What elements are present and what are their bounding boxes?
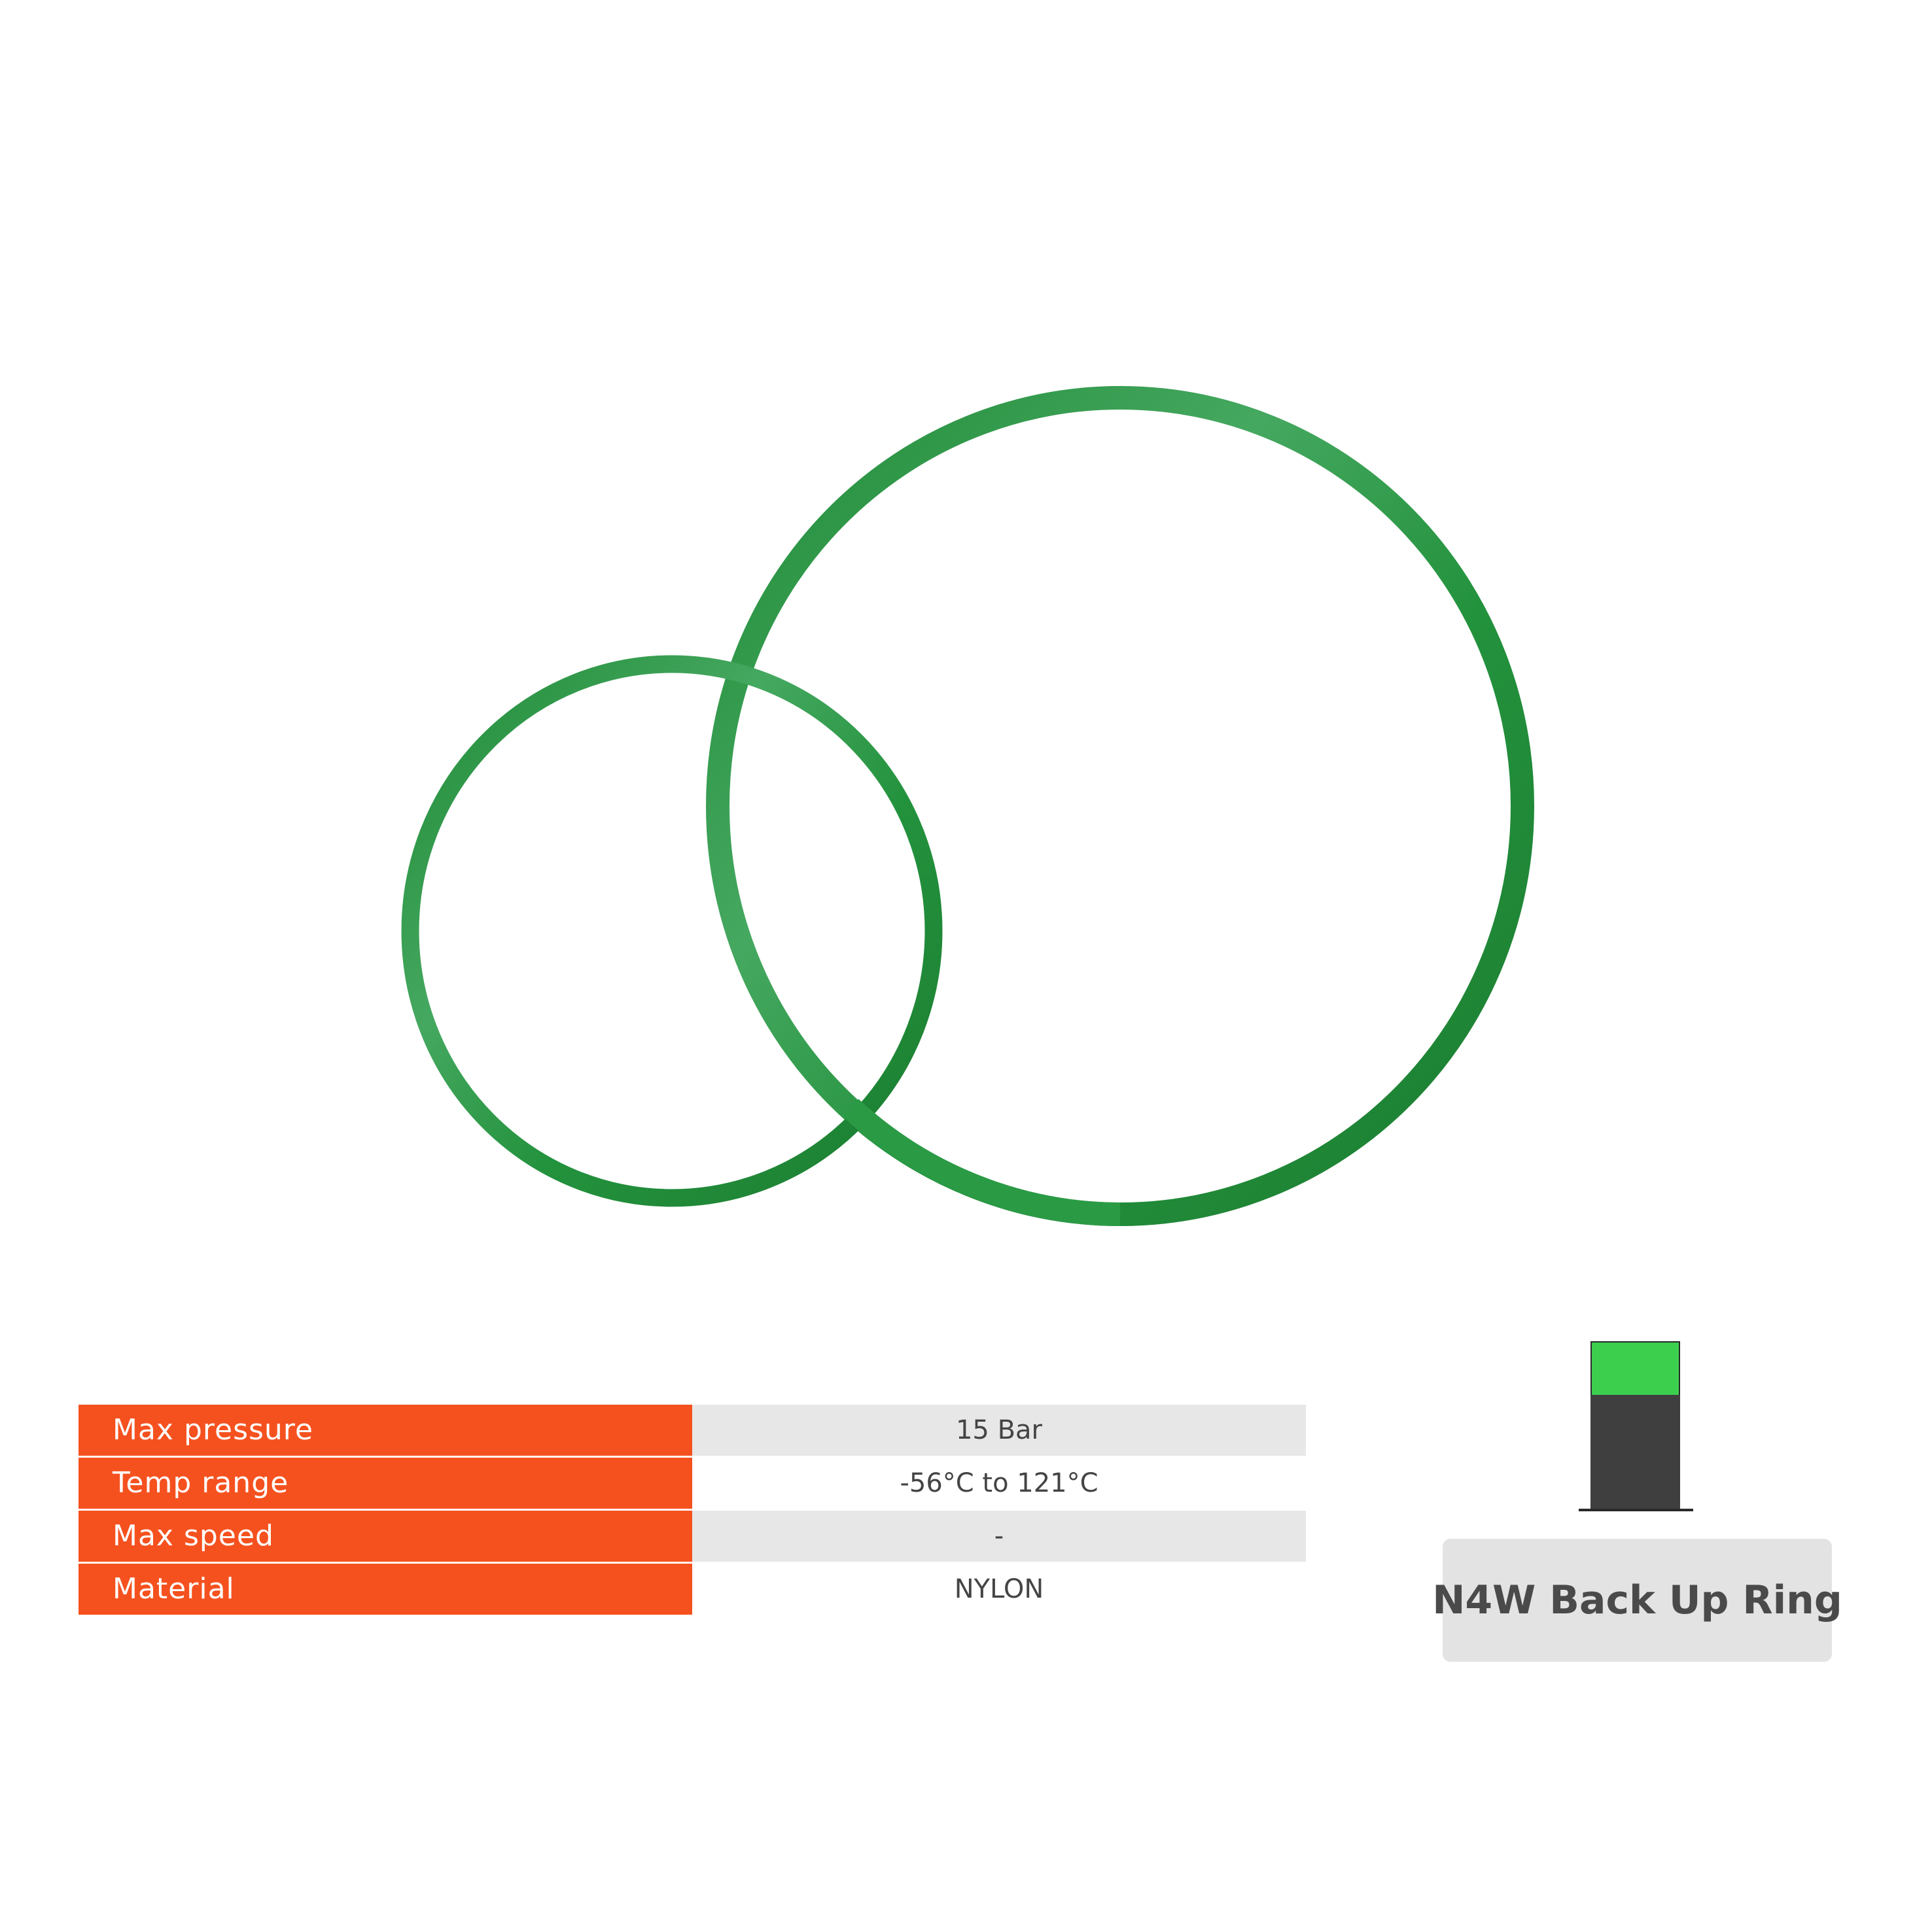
spec-row-material: Material NYLON	[79, 1564, 1306, 1615]
seal-profile-icon	[1579, 1341, 1693, 1511]
spec-label: Max speed	[79, 1511, 692, 1562]
spec-label: Temp range	[79, 1458, 692, 1509]
profile-base-line	[1579, 1509, 1693, 1511]
product-name-badge: N4W Back Up Ring	[1432, 1539, 1842, 1662]
spec-row-max-pressure: Max pressure 15 Bar	[79, 1405, 1306, 1456]
ring-overlap-segment	[842, 1098, 1121, 1226]
spec-value: -	[692, 1511, 1306, 1562]
spec-row-temp-range: Temp range -56°C to 121°C	[79, 1458, 1306, 1509]
spec-value: -56°C to 121°C	[692, 1458, 1306, 1509]
spec-value: NYLON	[692, 1564, 1306, 1615]
spec-row-max-speed: Max speed -	[79, 1511, 1306, 1562]
large-ring	[706, 386, 1534, 1226]
profile-cap	[1590, 1341, 1680, 1395]
spec-label: Max pressure	[79, 1405, 692, 1456]
spec-label: Material	[79, 1564, 692, 1615]
spec-value: 15 Bar	[692, 1405, 1306, 1456]
profile-body	[1590, 1395, 1680, 1509]
spec-table: Max pressure 15 Bar Temp range -56°C to …	[79, 1405, 1306, 1617]
